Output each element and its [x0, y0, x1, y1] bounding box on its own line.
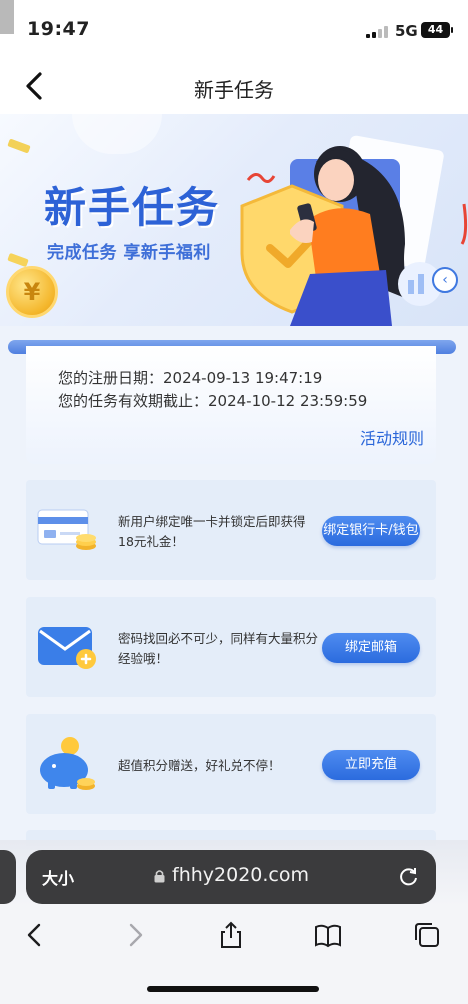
- task-card-email: 密码找回必不可少，同样有大量积分 经验哦！ 绑定邮箱: [26, 597, 436, 697]
- status-bar: 19:47 5G 44: [0, 0, 468, 58]
- battery-icon: 44: [421, 22, 450, 38]
- bookmarks-icon[interactable]: [313, 920, 343, 950]
- activity-rules-link[interactable]: 活动规则: [360, 425, 424, 449]
- task-description-line: 18元礼金！: [118, 534, 184, 549]
- envelope-icon: [38, 627, 96, 669]
- previous-tab-preview[interactable]: [0, 850, 16, 904]
- nav-bar: 新手任务: [0, 58, 468, 114]
- banner-decoration: [72, 114, 162, 154]
- banner-subtitle: 完成任务 享新手福利: [47, 243, 211, 263]
- overlay-corner: [0, 0, 14, 34]
- promo-banner: 新手任务 完成任务 享新手福利 ¥ ‹: [0, 114, 468, 326]
- browser-back-icon[interactable]: [20, 920, 50, 950]
- url-text[interactable]: fhhy2020.com: [172, 864, 309, 886]
- task-description-line: 超值积分赠送，好礼兑不停！: [118, 758, 281, 773]
- task-card-recharge: 超值积分赠送，好礼兑不停！ 立即充值: [26, 714, 436, 814]
- confetti-icon: [7, 252, 29, 268]
- reload-icon[interactable]: [398, 866, 420, 888]
- task-description-line: 密码找回必不可少，同样有大量积分: [118, 631, 319, 646]
- tabs-icon[interactable]: [412, 920, 442, 950]
- bank-card-icon: [37, 509, 96, 550]
- recharge-button[interactable]: 立即充值: [322, 750, 420, 780]
- task-description: 密码找回必不可少，同样有大量积分 经验哦！: [118, 629, 328, 669]
- task-card-bank: 新用户绑定唯一卡并锁定后即获得 18元礼金！ 绑定银行卡/钱包: [26, 480, 436, 580]
- chevron-left-icon[interactable]: ‹: [432, 267, 458, 293]
- coin-icon: ¥: [6, 266, 58, 318]
- text-size-button[interactable]: 大小: [42, 865, 74, 889]
- address-bar[interactable]: 大小 fhhy2020.com: [26, 850, 436, 904]
- task-description-line: 新用户绑定唯一卡并锁定后即获得: [118, 514, 306, 529]
- expiry-date-text: 您的任务有效期截止：2024-10-12 23:59:59: [58, 392, 368, 410]
- task-description-line: 经验哦！: [118, 651, 169, 666]
- browser-bottom-bar: 大小 fhhy2020.com: [0, 840, 468, 1004]
- banner-illustration: [240, 135, 468, 326]
- banner-headline: 新手任务: [44, 183, 221, 232]
- battery-nub: [451, 27, 453, 33]
- signal-icon: [366, 26, 390, 38]
- status-time: 19:47: [27, 18, 90, 40]
- piggy-bank-icon: [40, 737, 95, 790]
- bind-email-button[interactable]: 绑定邮箱: [322, 633, 420, 663]
- register-date-text: 您的注册日期：2024-09-13 19:47:19: [58, 369, 323, 387]
- confetti-icon: [7, 138, 31, 154]
- share-icon[interactable]: [216, 920, 246, 950]
- bind-bank-card-button[interactable]: 绑定银行卡/钱包: [322, 516, 420, 546]
- task-description: 超值积分赠送，好礼兑不停！: [118, 756, 328, 776]
- home-indicator: [147, 986, 319, 992]
- lock-icon: [154, 870, 165, 883]
- task-description: 新用户绑定唯一卡并锁定后即获得 18元礼金！: [118, 512, 328, 552]
- page-title: 新手任务: [194, 78, 274, 102]
- browser-forward-icon[interactable]: [120, 920, 150, 950]
- network-label: 5G: [395, 22, 418, 40]
- registration-info-card: 您的注册日期：2024-09-13 19:47:19 您的任务有效期截止：202…: [26, 346, 436, 464]
